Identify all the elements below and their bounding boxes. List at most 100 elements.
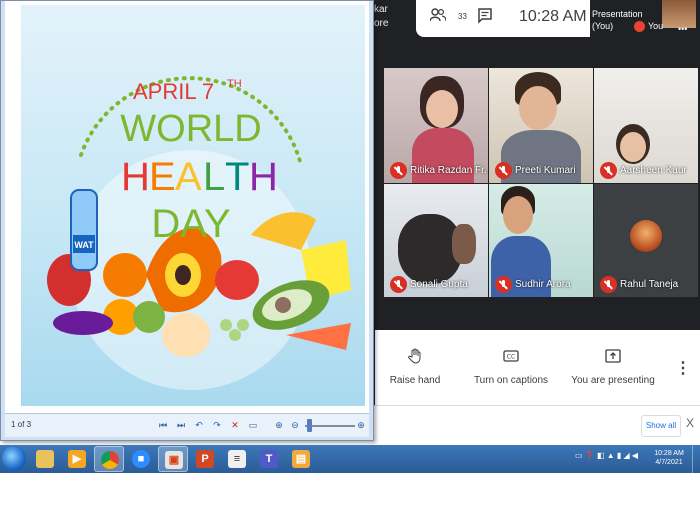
taskbar-teams[interactable]: T [254,446,284,472]
grape-shape [220,319,232,331]
delete-icon[interactable]: ✕ [229,418,241,432]
photo-viewer-icon: ▣ [165,451,183,469]
participant-name: Rahul Taneja [620,279,679,290]
orange-shape [103,253,147,297]
people-icon [429,8,447,22]
participant-tile[interactable]: Preeti Kumari [489,68,593,183]
taskbar-document[interactable]: ≡ [222,446,252,472]
viewer-canvas: WAT APRIL 7 TH WORLD H E A L T H DAY [5,1,369,413]
world-health-day-graphic: WAT APRIL 7 TH WORLD H E A L T H DAY [47,76,351,390]
video-camera-icon: ■ [132,450,150,468]
presenting-label: You are presenting [571,375,655,386]
taskbar-powerpoint[interactable]: P [190,446,220,472]
chat-button[interactable] [477,8,493,24]
participant-hand [452,224,476,264]
eggplant-shape [53,311,113,335]
participant-face [620,132,646,162]
taskbar-media-player[interactable]: ▶ [62,446,92,472]
system-tray-icons[interactable]: ▭ ❓ ◧ ▲ ▮ ◢ ◀ [575,451,638,460]
slide-letter: H [121,155,150,199]
taskbar-chrome[interactable] [94,446,124,472]
screen: kar ore 33 10:28 AM Presentation (You) Y… [0,0,700,525]
participant-tile[interactable]: Rahul Taneja [594,184,698,297]
slide-letter: L [203,155,225,199]
participant-name: Sonali Gupta [410,279,468,290]
participant-tile[interactable]: Ritika Razdan Fr... [384,68,488,183]
fit-icon[interactable]: ⊕ [273,418,285,432]
mic-off-icon [390,276,407,293]
raise-hand-button[interactable]: Raise hand [370,348,460,388]
start-button[interactable] [2,446,26,471]
zoom-in-icon[interactable]: ⊕ [355,418,367,432]
more-options-icon[interactable]: ⋮ [675,358,691,378]
zoom-slider-thumb[interactable] [307,419,312,432]
show-desktop-button[interactable] [692,445,700,473]
self-presentation-tile[interactable]: Presentation (You) You ••• [590,0,700,37]
captions-icon: CC [503,350,519,362]
present-screen-icon [605,349,621,363]
mic-off-icon [600,162,617,179]
zoom-out-icon[interactable]: ⊖ [289,418,301,432]
meeting-clock: 10:28 AM [519,8,587,25]
participant-name: Preeti Kumari [515,165,576,176]
folder-icon [36,450,54,468]
taskbar-clock[interactable]: 10:28 AM 4/7/2021 [643,449,695,467]
slide-letter: E [149,155,176,199]
water-bottle-shape [70,189,98,271]
captions-button[interactable]: CC Turn on captions [466,348,556,388]
cutoff-text: ore [374,18,389,29]
bottle-label: WAT [74,240,94,250]
slide-letter: T [225,155,249,199]
participant-name: Aarsheen Kaur [620,165,687,176]
mic-off-icon [390,162,407,179]
kiwi-slice [133,301,165,333]
participant-tile[interactable]: Sudhir Arora [489,184,593,297]
meet-info-bar: 33 10:28 AM Presentation (You) You ••• [416,0,700,37]
zoom-slider[interactable] [305,425,355,427]
self-label: You [648,21,664,31]
rotate-left-icon[interactable]: ↶ [193,418,205,432]
play-icon: ▶ [68,450,86,468]
taskbar-zoom[interactable]: ■ [126,446,156,472]
svg-text:CC: CC [507,354,515,361]
taskbar-photo-viewer[interactable]: ▣ [158,446,188,472]
slide-letter: H [249,155,278,199]
participant-avatar [630,220,662,252]
notes-icon: ▤ [292,450,310,468]
grape-shape [237,319,249,331]
next-page-icon[interactable]: ⏭ [175,418,187,432]
raise-hand-label: Raise hand [389,375,441,386]
viewer-toolbar: 1 of 3 ⏮ ⏭ ↶ ↷ ✕ ▭ ⊕ ⊖ ⊕ [5,413,369,437]
mic-off-icon [634,21,645,32]
powerpoint-icon: P [196,450,214,468]
participant-tile[interactable]: Sonali Gupta [384,184,488,297]
people-button[interactable]: 33 [429,8,467,30]
rotate-right-icon[interactable]: ↷ [211,418,223,432]
blank-area [0,473,700,525]
close-icon[interactable]: X [686,416,694,430]
more-dots-icon[interactable]: ••• [678,24,687,34]
clock-date: 4/7/2021 [655,459,683,466]
presenting-button[interactable]: You are presenting [568,348,658,388]
print-icon[interactable]: ▭ [247,418,259,432]
cutoff-text: kar [374,4,388,15]
slide-word-world: WORLD [120,108,261,150]
participant-face [426,90,458,128]
chrome-icon [101,451,119,469]
first-page-icon[interactable]: ⏮ [157,418,169,432]
tomato-shape [215,260,259,300]
show-all-button[interactable]: Show all [641,415,681,437]
grape-shape [229,329,241,341]
taskbar-notes[interactable]: ▤ [286,446,316,472]
participant-tile[interactable]: Aarsheen Kaur [594,68,698,183]
hand-icon [408,348,421,364]
taskbar: ▶ ■ ▣ P ≡ T ▤ ▭ ❓ ◧ ▲ ▮ ◢ ◀ 10:28 AM 4/7… [0,445,700,473]
document-icon: ≡ [228,450,246,468]
mic-off-icon [495,162,512,179]
participant-count: 33 [458,12,467,21]
chat-icon [478,8,492,24]
participant-name: Sudhir Arora [515,279,571,290]
participant-face [503,196,533,234]
slide-date: APRIL 7 [133,79,214,104]
taskbar-explorer[interactable] [30,446,60,472]
